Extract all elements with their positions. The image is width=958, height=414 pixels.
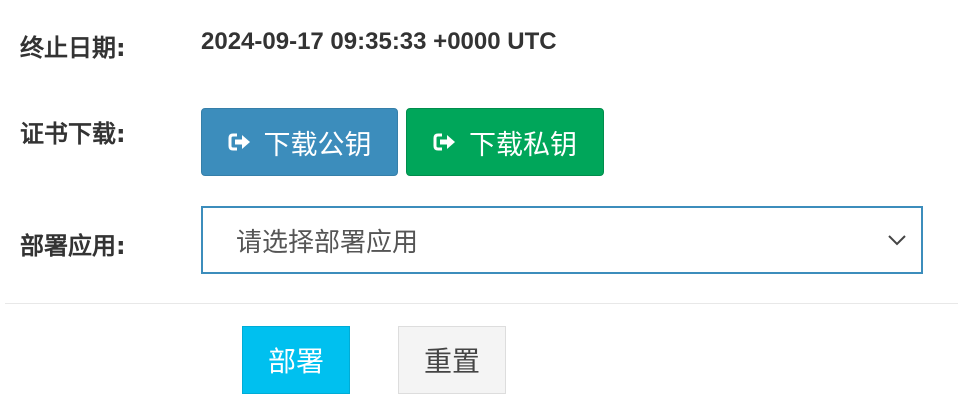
download-public-key-label: 下载公钥: [263, 129, 372, 161]
sign-out-icon: [433, 132, 457, 152]
chevron-down-icon: [887, 234, 907, 246]
sign-out-icon: [228, 132, 252, 152]
cert-download-label: 证书下载:: [20, 120, 126, 148]
download-private-key-label: 下载私钥: [469, 129, 577, 161]
deploy-app-label: 部署应用:: [20, 232, 126, 260]
reset-button[interactable]: 重置: [398, 326, 506, 394]
form-divider: [5, 303, 958, 304]
deploy-app-select-value: 请选择部署应用: [236, 227, 419, 258]
expire-date-label: 终止日期:: [20, 34, 126, 62]
expire-date-value: 2024-09-17 09:35:33 +0000 UTC: [201, 28, 557, 55]
deploy-app-select[interactable]: 请选择部署应用: [201, 206, 923, 274]
download-public-key-button[interactable]: 下载公钥: [201, 108, 398, 176]
download-private-key-button[interactable]: 下载私钥: [406, 108, 604, 176]
deploy-button[interactable]: 部署: [242, 326, 350, 394]
